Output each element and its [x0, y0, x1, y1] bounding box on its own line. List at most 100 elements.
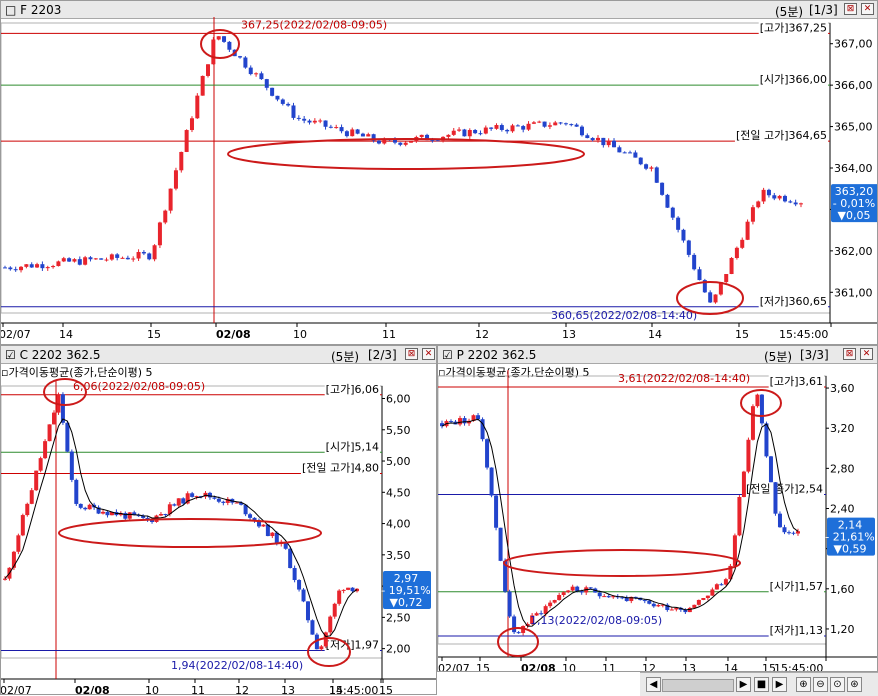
candle-body — [179, 151, 184, 171]
candle-body — [505, 129, 510, 132]
candle-body — [172, 504, 177, 506]
candle-body — [552, 600, 557, 603]
zoom-in-icon[interactable]: ⊕ — [796, 677, 811, 692]
candle-body — [692, 604, 697, 608]
y-tick-label: 366,00 — [834, 79, 873, 92]
candle-body — [628, 152, 633, 154]
candle-body — [261, 524, 266, 527]
candle-body — [574, 124, 579, 127]
candle-body — [761, 189, 766, 202]
y-tick-label: 364,00 — [834, 162, 873, 175]
candle-body — [270, 532, 275, 537]
candle-body — [705, 595, 710, 599]
candle-body — [788, 201, 793, 203]
candle-body — [56, 261, 61, 267]
scroll-right-icon[interactable]: ▶ — [736, 677, 751, 692]
x-tick-label: 12 — [475, 328, 489, 341]
candle-body — [74, 479, 79, 504]
candle-body — [157, 222, 162, 246]
candle-body — [339, 127, 344, 132]
candle-body — [566, 590, 571, 593]
x-tick-label: 13 — [682, 662, 696, 672]
candle-body — [310, 620, 315, 635]
candle-body — [750, 406, 755, 440]
zoom-fit-icon[interactable]: ⊛ — [847, 677, 862, 692]
candle-body — [756, 201, 761, 208]
x-tick-label: 15:45:00 — [779, 328, 828, 341]
y-tick-label: 2,50 — [386, 611, 411, 624]
candle-body — [485, 439, 490, 468]
y-tick-label: 4,50 — [386, 486, 411, 499]
low-price-note: 360,65(2022/02/08-14:40) — [551, 309, 697, 322]
candle-body — [499, 125, 504, 130]
candle-body — [87, 504, 92, 510]
candle-body — [131, 258, 136, 260]
call-chart-svg[interactable]: 6,005,505,004,504,003,503,002,502,0002/0… — [1, 346, 437, 695]
candle-body — [173, 170, 178, 189]
candle-body — [446, 134, 451, 137]
candle-body — [152, 245, 157, 260]
candle-body — [346, 587, 351, 590]
candle-body — [740, 239, 745, 248]
candle-body — [93, 258, 98, 260]
candle-body — [676, 217, 681, 230]
candle-body — [51, 266, 56, 268]
candle-body — [498, 527, 503, 561]
candle-body — [766, 189, 771, 196]
candle-body — [274, 532, 279, 544]
x-tick-label: 14 — [648, 328, 662, 341]
candle-body — [449, 421, 454, 423]
x-tick-label: 13 — [281, 684, 295, 695]
scroll-track[interactable] — [662, 679, 734, 692]
candle-body — [512, 616, 517, 633]
candle-body — [601, 137, 606, 146]
candle-body — [286, 103, 291, 106]
candle-body — [141, 251, 146, 254]
y-tick-label: 5,50 — [386, 424, 411, 437]
scroll-left-icon[interactable]: ◀ — [646, 677, 661, 692]
candle-body — [473, 129, 478, 134]
candle-body — [99, 258, 104, 260]
low-price-note: 1,13(2022/02/08-09:05) — [530, 614, 662, 627]
y-tick-label: 4,00 — [386, 518, 411, 531]
low-price-note: 1,94(2022/02/08-14:40) — [171, 659, 303, 672]
stop-icon[interactable]: ■ — [754, 677, 769, 692]
x-tick-label: 15 — [147, 328, 161, 341]
candle-body — [768, 456, 773, 483]
price-level-label: [전일 고가]4,80 — [302, 461, 379, 475]
candle-body — [714, 584, 719, 590]
candle-body — [782, 527, 787, 533]
candle-body — [38, 458, 43, 471]
candle-body — [670, 207, 675, 218]
candle-body — [158, 514, 163, 516]
put-chart-svg[interactable]: 3,603,202,802,402,001,601,2002/071502/08… — [438, 346, 878, 672]
candle-body — [337, 590, 342, 604]
candle-body — [478, 133, 483, 135]
candle-body — [72, 259, 77, 262]
zoom-out-icon[interactable]: ⊖ — [813, 677, 828, 692]
candle-body — [83, 507, 88, 510]
candle-body — [409, 141, 414, 143]
price-level-label: [저가]360,65 — [760, 295, 827, 308]
candle-body — [52, 412, 57, 425]
candle-body — [211, 39, 216, 65]
candle-body — [553, 122, 558, 126]
x-tick-label: 11 — [602, 662, 616, 672]
candle-body — [755, 394, 760, 407]
candle-body — [476, 415, 481, 420]
candle-body — [542, 121, 547, 127]
chart-navigation-bar: ◀ ▶ ■ ▶ ⊕ ⊖ ⊙ ⊛ — [640, 672, 878, 696]
futures-chart-svg[interactable]: 367,00366,00365,00364,00363,00362,00361,… — [1, 1, 878, 345]
x-tick-label: 15:45:00 — [774, 662, 823, 672]
next-icon[interactable]: ▶ — [772, 677, 787, 692]
candle-body — [595, 137, 600, 141]
candle-body — [19, 266, 24, 271]
candle-body — [692, 254, 697, 270]
candle-body — [602, 596, 607, 598]
candle-body — [227, 41, 232, 50]
price-level-label: [저가]1,97 — [326, 638, 379, 651]
zoom-reset-icon[interactable]: ⊙ — [830, 677, 845, 692]
candle-body — [243, 57, 248, 68]
candle-body — [127, 512, 132, 519]
put-option-chart-panel: ☑ P 2202 362.5 (5분) [3/3] ⊠ ✕ ▫가격이동평균(종가… — [437, 345, 878, 672]
